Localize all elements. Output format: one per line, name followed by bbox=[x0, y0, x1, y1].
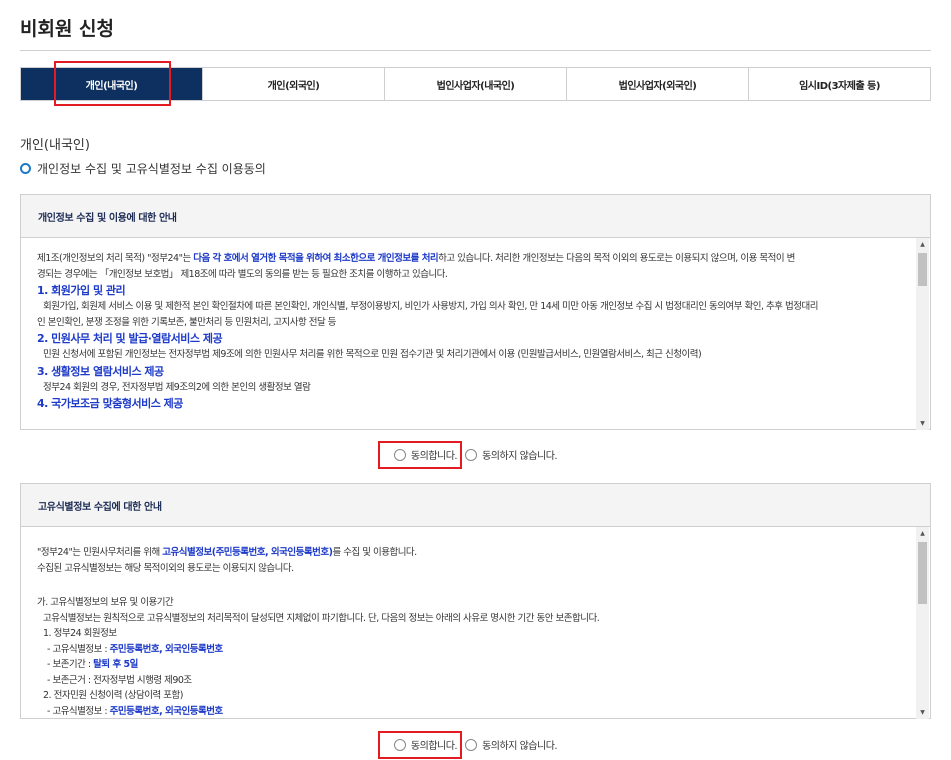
unique-line5: 1. 정부24 회원정보 bbox=[43, 628, 117, 639]
privacy-item1-title: 1. 회원가입 및 관리 bbox=[37, 284, 126, 297]
scroll-down-arrow-icon[interactable]: ▼ bbox=[916, 417, 929, 430]
section-label: 개인(내국인) bbox=[20, 138, 90, 153]
page-title: 비회원 신청 bbox=[20, 18, 115, 40]
unique-spacer bbox=[37, 576, 907, 595]
unique-id-scrollbar[interactable]: ▲ ▼ bbox=[916, 527, 929, 719]
consent-title-text: 개인정보 수집 및 고유식별정보 수집 이용동의 bbox=[37, 162, 266, 176]
unique-line4: 고유식별정보는 원칙적으로 고유식별정보의 처리목적이 달성되면 지체없이 파기… bbox=[43, 612, 600, 624]
unique-line3: 가. 고유식별정보의 보유 및 이용기간 bbox=[37, 597, 174, 608]
unique-id-agree-radio[interactable] bbox=[393, 738, 406, 751]
privacy-disagree-option[interactable]: 동의하지 않습니다. bbox=[465, 447, 558, 462]
unique-line9: 2. 전자민원 신청이력 (상담이력 포함) bbox=[43, 690, 183, 701]
scroll-down-arrow-icon[interactable]: ▼ bbox=[916, 706, 929, 719]
unique-line6: - 고유식별정보 : 주민등록번호, 외국인등록번호 bbox=[47, 643, 223, 655]
unique-id-notice-text: "정부24"는 민원사무처리를 위해 고유식별정보(주민등록번호, 외국인등록번… bbox=[37, 545, 907, 719]
privacy-scrollbar[interactable]: ▲ ▼ bbox=[916, 238, 929, 430]
unique-id-disagree-label: 동의하지 않습니다. bbox=[482, 741, 558, 752]
privacy-item1-line1: 회원가입, 회원제 서비스 이용 및 제한적 본인 확인절차에 따른 본인확인,… bbox=[43, 301, 818, 312]
unique-id-disagree-radio[interactable] bbox=[465, 738, 478, 751]
privacy-agree-label: 동의합니다. bbox=[410, 451, 458, 462]
privacy-consent-radio-group: 동의합니다. 동의하지 않습니다. bbox=[0, 447, 951, 462]
privacy-item3-line1: 정부24 회원의 경우, 전자정부법 제9조의2에 의한 본인의 생활정보 열람 bbox=[43, 381, 311, 393]
unique-id-agree-option[interactable]: 동의합니다. bbox=[393, 737, 458, 752]
unique-id-notice-heading: 고유식별정보 수집에 대한 안내 bbox=[21, 484, 930, 527]
privacy-notice-box: 개인정보 수집 및 이용에 대한 안내 제1조(개인정보의 처리 목적) "정부… bbox=[20, 194, 931, 430]
unique-line2: 수집된 고유식별정보는 해당 목적이외의 용도로는 이용되지 않습니다. bbox=[37, 562, 294, 574]
privacy-notice-text: 제1조(개인정보의 처리 목적) "정부24"는 다음 각 호에서 열거한 목적… bbox=[37, 251, 907, 412]
privacy-notice-heading: 개인정보 수집 및 이용에 대한 안내 bbox=[21, 195, 930, 238]
privacy-intro-line1: 제1조(개인정보의 처리 목적) "정부24"는 다음 각 호에서 열거한 목적… bbox=[37, 253, 795, 264]
privacy-item2-title: 2. 민원사무 처리 및 발급·열람서비스 제공 bbox=[37, 332, 223, 345]
unique-id-notice-box: 고유식별정보 수집에 대한 안내 "정부24"는 민원사무처리를 위해 고유식별… bbox=[20, 483, 931, 719]
unique-id-agree-label: 동의합니다. bbox=[410, 741, 458, 752]
scroll-up-arrow-icon[interactable]: ▲ bbox=[916, 527, 929, 540]
unique-line1: "정부24"는 민원사무처리를 위해 고유식별정보(주민등록번호, 외국인등록번… bbox=[37, 547, 417, 558]
privacy-item2-line1: 민원 신청서에 포함된 개인정보는 전자정부법 제9조에 의한 민원사무 처리를… bbox=[43, 349, 702, 360]
tab-individual-foreign[interactable]: 개인(외국인) bbox=[203, 68, 385, 100]
privacy-agree-option[interactable]: 동의합니다. bbox=[393, 447, 458, 462]
privacy-item3-title: 3. 생활정보 열람서비스 제공 bbox=[37, 364, 164, 378]
unique-id-disagree-option[interactable]: 동의하지 않습니다. bbox=[465, 737, 558, 752]
tab-corporate-domestic[interactable]: 법인사업자(내국인) bbox=[385, 68, 567, 100]
privacy-agree-radio[interactable] bbox=[393, 448, 406, 461]
title-divider bbox=[20, 50, 931, 51]
privacy-notice-scroll-area[interactable]: 제1조(개인정보의 처리 목적) "정부24"는 다음 각 호에서 열거한 목적… bbox=[21, 238, 930, 430]
unique-id-scroll-area[interactable]: "정부24"는 민원사무처리를 위해 고유식별정보(주민등록번호, 외국인등록번… bbox=[21, 527, 930, 719]
tab-corporate-foreign[interactable]: 법인사업자(외국인) bbox=[567, 68, 749, 100]
applicant-type-tabs: 개인(내국인) 개인(외국인) 법인사업자(내국인) 법인사업자(외국인) 임시… bbox=[20, 67, 931, 101]
privacy-scroll-thumb[interactable] bbox=[918, 253, 927, 286]
unique-id-scroll-thumb[interactable] bbox=[918, 542, 927, 604]
tab-temporary-id[interactable]: 임시ID(3자제출 등) bbox=[749, 68, 930, 100]
scroll-up-arrow-icon[interactable]: ▲ bbox=[916, 238, 929, 251]
bullet-ring-icon bbox=[20, 163, 31, 174]
consent-title: 개인정보 수집 및 고유식별정보 수집 이용동의 bbox=[20, 160, 266, 177]
privacy-disagree-radio[interactable] bbox=[465, 448, 478, 461]
privacy-item1-line2: 인 본인확인, 분쟁 조정을 위한 기록보존, 불만처리 등 민원처리, 고지사… bbox=[37, 316, 336, 328]
privacy-disagree-label: 동의하지 않습니다. bbox=[482, 451, 558, 462]
unique-line8: - 보존근거 : 전자정부법 시행령 제90조 bbox=[47, 674, 192, 686]
unique-line7: - 보존기간 : 탈퇴 후 5일 bbox=[47, 659, 138, 670]
tab-individual-domestic[interactable]: 개인(내국인) bbox=[21, 68, 203, 100]
unique-line10: - 고유식별정보 : 주민등록번호, 외국인등록번호 bbox=[47, 705, 223, 717]
privacy-item4-title: 4. 국가보조금 맞춤형서비스 제공 bbox=[37, 397, 183, 410]
privacy-intro-line2: 경되는 경우에는 「개인정보 보호법」 제18조에 따라 별도의 동의를 받는 … bbox=[37, 268, 448, 280]
unique-id-consent-radio-group: 동의합니다. 동의하지 않습니다. bbox=[0, 737, 951, 752]
